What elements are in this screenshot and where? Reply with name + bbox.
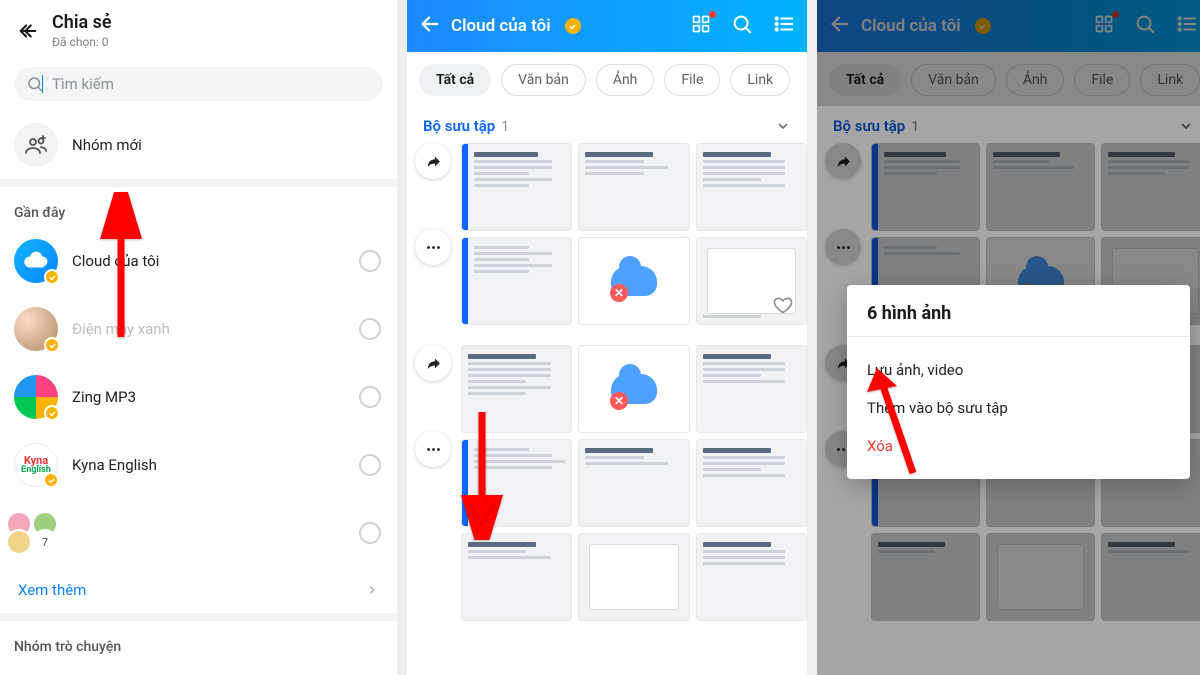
- tab-text[interactable]: Văn bản: [501, 64, 586, 96]
- option-delete[interactable]: Xóa: [867, 427, 1170, 465]
- option-save[interactable]: Lưu ảnh, video: [867, 351, 1170, 389]
- group-icon: [14, 123, 58, 167]
- screen-cloud: Cloud của tôi Tất cả Văn bản Ảnh File Li…: [407, 0, 807, 675]
- context-menu: 6 hình ảnh Lưu ảnh, video Thêm vào bộ sư…: [847, 285, 1190, 479]
- section-recent: Gần đây: [0, 187, 397, 227]
- recent-item-kyna[interactable]: KynaEnglish Kyna English: [0, 431, 397, 499]
- thumbnail[interactable]: [461, 237, 572, 325]
- select-radio[interactable]: [359, 318, 381, 340]
- select-radio[interactable]: [359, 386, 381, 408]
- thumbnail[interactable]: [578, 143, 689, 231]
- thumbnail[interactable]: [696, 345, 807, 433]
- select-radio[interactable]: [359, 250, 381, 272]
- more-button[interactable]: [415, 229, 451, 265]
- recent-item-label: Zing MP3: [72, 388, 136, 406]
- share-title: Chia sẻ: [52, 12, 112, 33]
- option-add[interactable]: Thêm vào bộ sưu tập: [867, 389, 1170, 427]
- thumbnail[interactable]: ✕: [578, 345, 689, 433]
- thumbnail[interactable]: ✕: [578, 237, 689, 325]
- see-more-row[interactable]: Xem thêm: [0, 567, 397, 613]
- share-header: Chia sẻ Đã chọn: 0: [0, 0, 397, 57]
- verified-badge-icon: [565, 18, 581, 34]
- multi-avatar: 7: [14, 511, 58, 555]
- search-input[interactable]: Tìm kiếm: [14, 67, 383, 101]
- thumbnail[interactable]: [696, 439, 807, 527]
- back-arrow-icon[interactable]: [419, 13, 441, 39]
- cloud-title: Cloud của tôi: [451, 16, 551, 36]
- message-group-1: ✕: [407, 143, 807, 325]
- share-button[interactable]: [415, 345, 451, 381]
- more-button[interactable]: [415, 431, 451, 467]
- chevron-down-icon: [775, 118, 791, 134]
- select-radio[interactable]: [359, 522, 381, 544]
- filter-tabs: Tất cả Văn bản Ảnh File Link: [407, 52, 807, 106]
- back-arrow-icon[interactable]: [14, 17, 42, 45]
- recent-item-zing[interactable]: Zing MP3: [0, 363, 397, 431]
- thumbnail[interactable]: [578, 439, 689, 527]
- zing-avatar-icon: [14, 375, 58, 419]
- heart-icon[interactable]: [769, 291, 797, 319]
- recent-item-label: Cloud của tôi: [72, 252, 159, 270]
- see-more-label: Xem thêm: [18, 581, 86, 599]
- new-group-label: Nhóm mới: [72, 136, 142, 154]
- tab-image[interactable]: Ảnh: [596, 64, 655, 96]
- chevron-right-icon: [365, 583, 379, 597]
- grid-icon[interactable]: [691, 14, 711, 38]
- tab-file[interactable]: File: [664, 64, 720, 96]
- verified-badge-icon: [43, 472, 59, 488]
- cloud-avatar-icon: [14, 239, 58, 283]
- screen-share: Chia sẻ Đã chọn: 0 Tìm kiếm Nhóm mới Gần…: [0, 0, 397, 675]
- tab-all[interactable]: Tất cả: [419, 64, 491, 96]
- recent-item-2[interactable]: Điện máy xanh: [0, 295, 397, 363]
- message-group-2: ✕: [407, 345, 807, 621]
- thumbnail[interactable]: [461, 533, 572, 621]
- thumbnail[interactable]: [578, 533, 689, 621]
- verified-badge-icon: [44, 337, 60, 353]
- select-radio[interactable]: [359, 454, 381, 476]
- thumbnail[interactable]: [461, 143, 572, 231]
- thumbnail[interactable]: [461, 439, 572, 527]
- verified-badge-icon: [44, 269, 60, 285]
- screen-cloud-popup: Cloud của tôi Tất cả Văn bản Ảnh File Li…: [817, 0, 1200, 675]
- list-menu-icon[interactable]: [773, 13, 795, 39]
- collection-label: Bộ sưu tập: [423, 117, 495, 135]
- share-subtitle: Đã chọn: 0: [52, 35, 112, 49]
- avatar-photo: [14, 307, 58, 351]
- recent-item-label: Điện máy xanh: [72, 320, 170, 338]
- recent-item-cloud[interactable]: Cloud của tôi: [0, 227, 397, 295]
- kyna-avatar-icon: KynaEnglish: [14, 443, 58, 487]
- search-placeholder: Tìm kiếm: [52, 75, 114, 93]
- thumbnail[interactable]: [696, 143, 807, 231]
- section-groups: Nhóm trò chuyện: [0, 621, 397, 661]
- collection-row[interactable]: Bộ sưu tập 1: [407, 106, 807, 143]
- recent-item-multi[interactable]: 7: [0, 499, 397, 567]
- tab-link[interactable]: Link: [730, 64, 790, 96]
- cloud-header: Cloud của tôi: [407, 0, 807, 52]
- popup-title: 6 hình ảnh: [867, 303, 1170, 324]
- group-item-1[interactable]: [0, 661, 397, 675]
- new-group-row[interactable]: Nhóm mới: [0, 111, 397, 179]
- thumbnail[interactable]: [696, 533, 807, 621]
- verified-badge-icon: [44, 405, 60, 421]
- search-icon[interactable]: [731, 13, 753, 39]
- thumbnail[interactable]: [461, 345, 572, 433]
- avatar-count: 7: [32, 529, 58, 555]
- share-button[interactable]: [415, 143, 451, 179]
- notification-dot: [709, 11, 716, 18]
- recent-item-label: Kyna English: [72, 456, 157, 474]
- collection-count: 1: [501, 119, 509, 135]
